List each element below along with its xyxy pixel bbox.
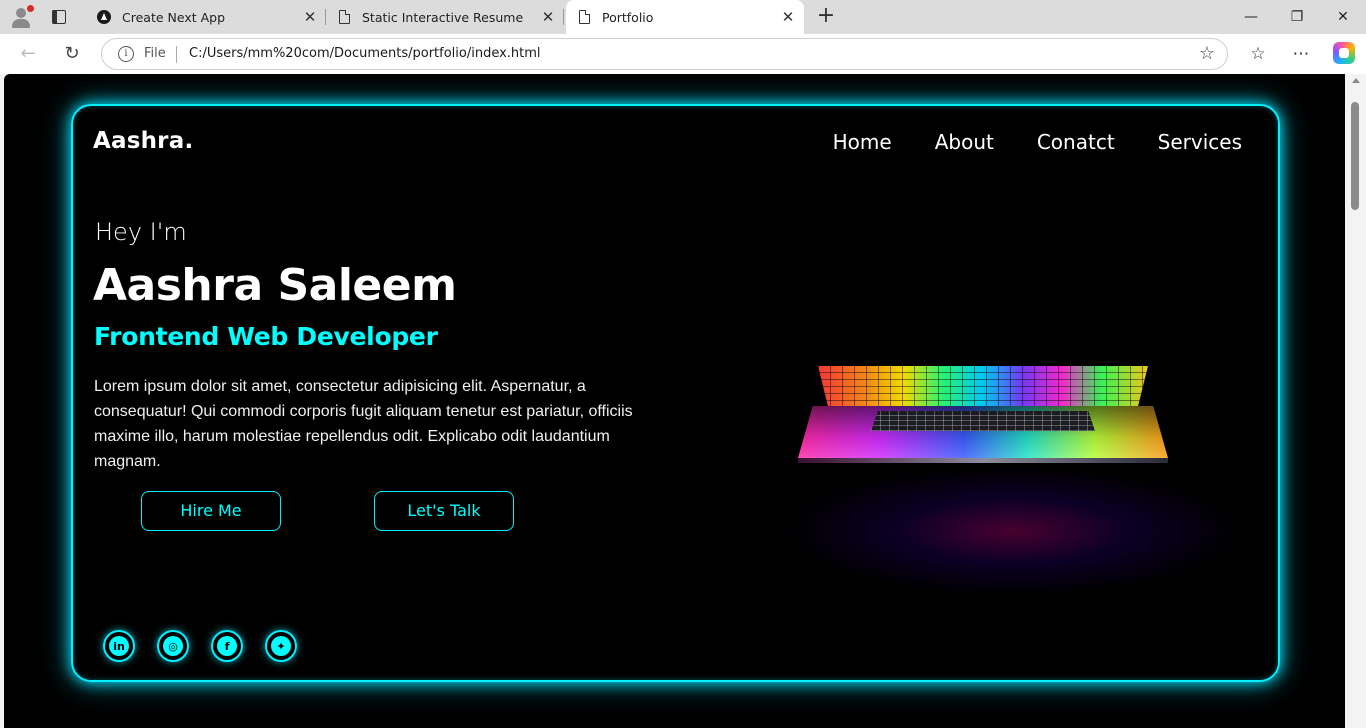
- tab-title: Portfolio: [602, 9, 654, 25]
- close-tab-icon[interactable]: ✕: [778, 7, 798, 27]
- close-tab-icon[interactable]: ✕: [300, 7, 320, 27]
- tab-actions-icon[interactable]: [50, 8, 68, 26]
- nav-home[interactable]: Home: [833, 130, 892, 154]
- page-scrollbar[interactable]: [1345, 74, 1366, 728]
- new-tab-icon[interactable]: +: [814, 5, 838, 29]
- profile-avatar-icon[interactable]: [8, 4, 34, 30]
- close-tab-icon[interactable]: ✕: [538, 7, 558, 27]
- page-viewport: Aashra. Home About Conatct Services Hey …: [4, 74, 1345, 728]
- refresh-icon[interactable]: ↻: [60, 42, 84, 66]
- scroll-thumb[interactable]: [1351, 102, 1359, 210]
- laptop-image: [743, 346, 1263, 616]
- hero-card: Aashra. Home About Conatct Services Hey …: [71, 104, 1280, 682]
- nav-services[interactable]: Services: [1158, 130, 1242, 154]
- page-icon: [576, 9, 592, 25]
- greeting: Hey I'm: [95, 218, 187, 246]
- hero-role: Frontend Web Developer: [94, 322, 438, 351]
- tab-title: Create Next App: [122, 9, 226, 25]
- favorite-star-icon[interactable]: ☆: [1199, 43, 1215, 64]
- facebook-icon[interactable]: f: [211, 630, 243, 662]
- tab-title: Static Interactive Resume: [362, 9, 524, 25]
- more-menu-icon[interactable]: ⋯: [1289, 42, 1313, 66]
- hire-me-button[interactable]: Hire Me: [141, 491, 281, 531]
- address-bar[interactable]: i File C:/Users/mm%20com/Documents/portf…: [101, 38, 1228, 70]
- instagram-icon[interactable]: ◎: [157, 630, 189, 662]
- tab-strip: Create Next App ✕ Static Interactive Res…: [0, 0, 1366, 34]
- address-toolbar: ← ↻ i File C:/Users/mm%20com/Documents/p…: [0, 34, 1366, 74]
- tab-create-next-app[interactable]: Create Next App ✕: [86, 0, 326, 34]
- restore-icon[interactable]: ❐: [1274, 0, 1320, 34]
- nextjs-icon: [96, 9, 112, 25]
- hero-description: Lorem ipsum dolor sit amet, consectetur …: [94, 378, 633, 470]
- info-icon[interactable]: i: [118, 46, 134, 62]
- minimize-icon[interactable]: —: [1228, 0, 1274, 34]
- nav-contact[interactable]: Conatct: [1037, 130, 1115, 154]
- hero-name: Aashra Saleem: [93, 260, 457, 311]
- divider: [176, 46, 177, 63]
- nav-about[interactable]: About: [935, 130, 994, 154]
- scroll-up-icon[interactable]: [1352, 78, 1360, 83]
- lets-talk-button[interactable]: Let's Talk: [374, 491, 514, 531]
- copilot-icon[interactable]: [1333, 42, 1355, 64]
- back-icon[interactable]: ←: [16, 42, 40, 66]
- twitter-icon[interactable]: ✦: [265, 630, 297, 662]
- tab-portfolio[interactable]: Portfolio ✕: [566, 0, 804, 34]
- tab-static-interactive-resume[interactable]: Static Interactive Resume ✕: [326, 0, 564, 34]
- linkedin-icon[interactable]: in: [103, 630, 135, 662]
- favorites-icon[interactable]: ☆: [1246, 42, 1270, 66]
- close-window-icon[interactable]: ✕: [1320, 0, 1366, 34]
- page-icon: [336, 9, 352, 25]
- social-links: in ◎ f ✦: [103, 630, 319, 662]
- url-text[interactable]: C:/Users/mm%20com/Documents/portfolio/in…: [189, 46, 541, 61]
- site-logo[interactable]: Aashra.: [93, 128, 193, 154]
- main-nav: Home About Conatct Services: [790, 130, 1242, 154]
- security-label: File: [144, 46, 166, 61]
